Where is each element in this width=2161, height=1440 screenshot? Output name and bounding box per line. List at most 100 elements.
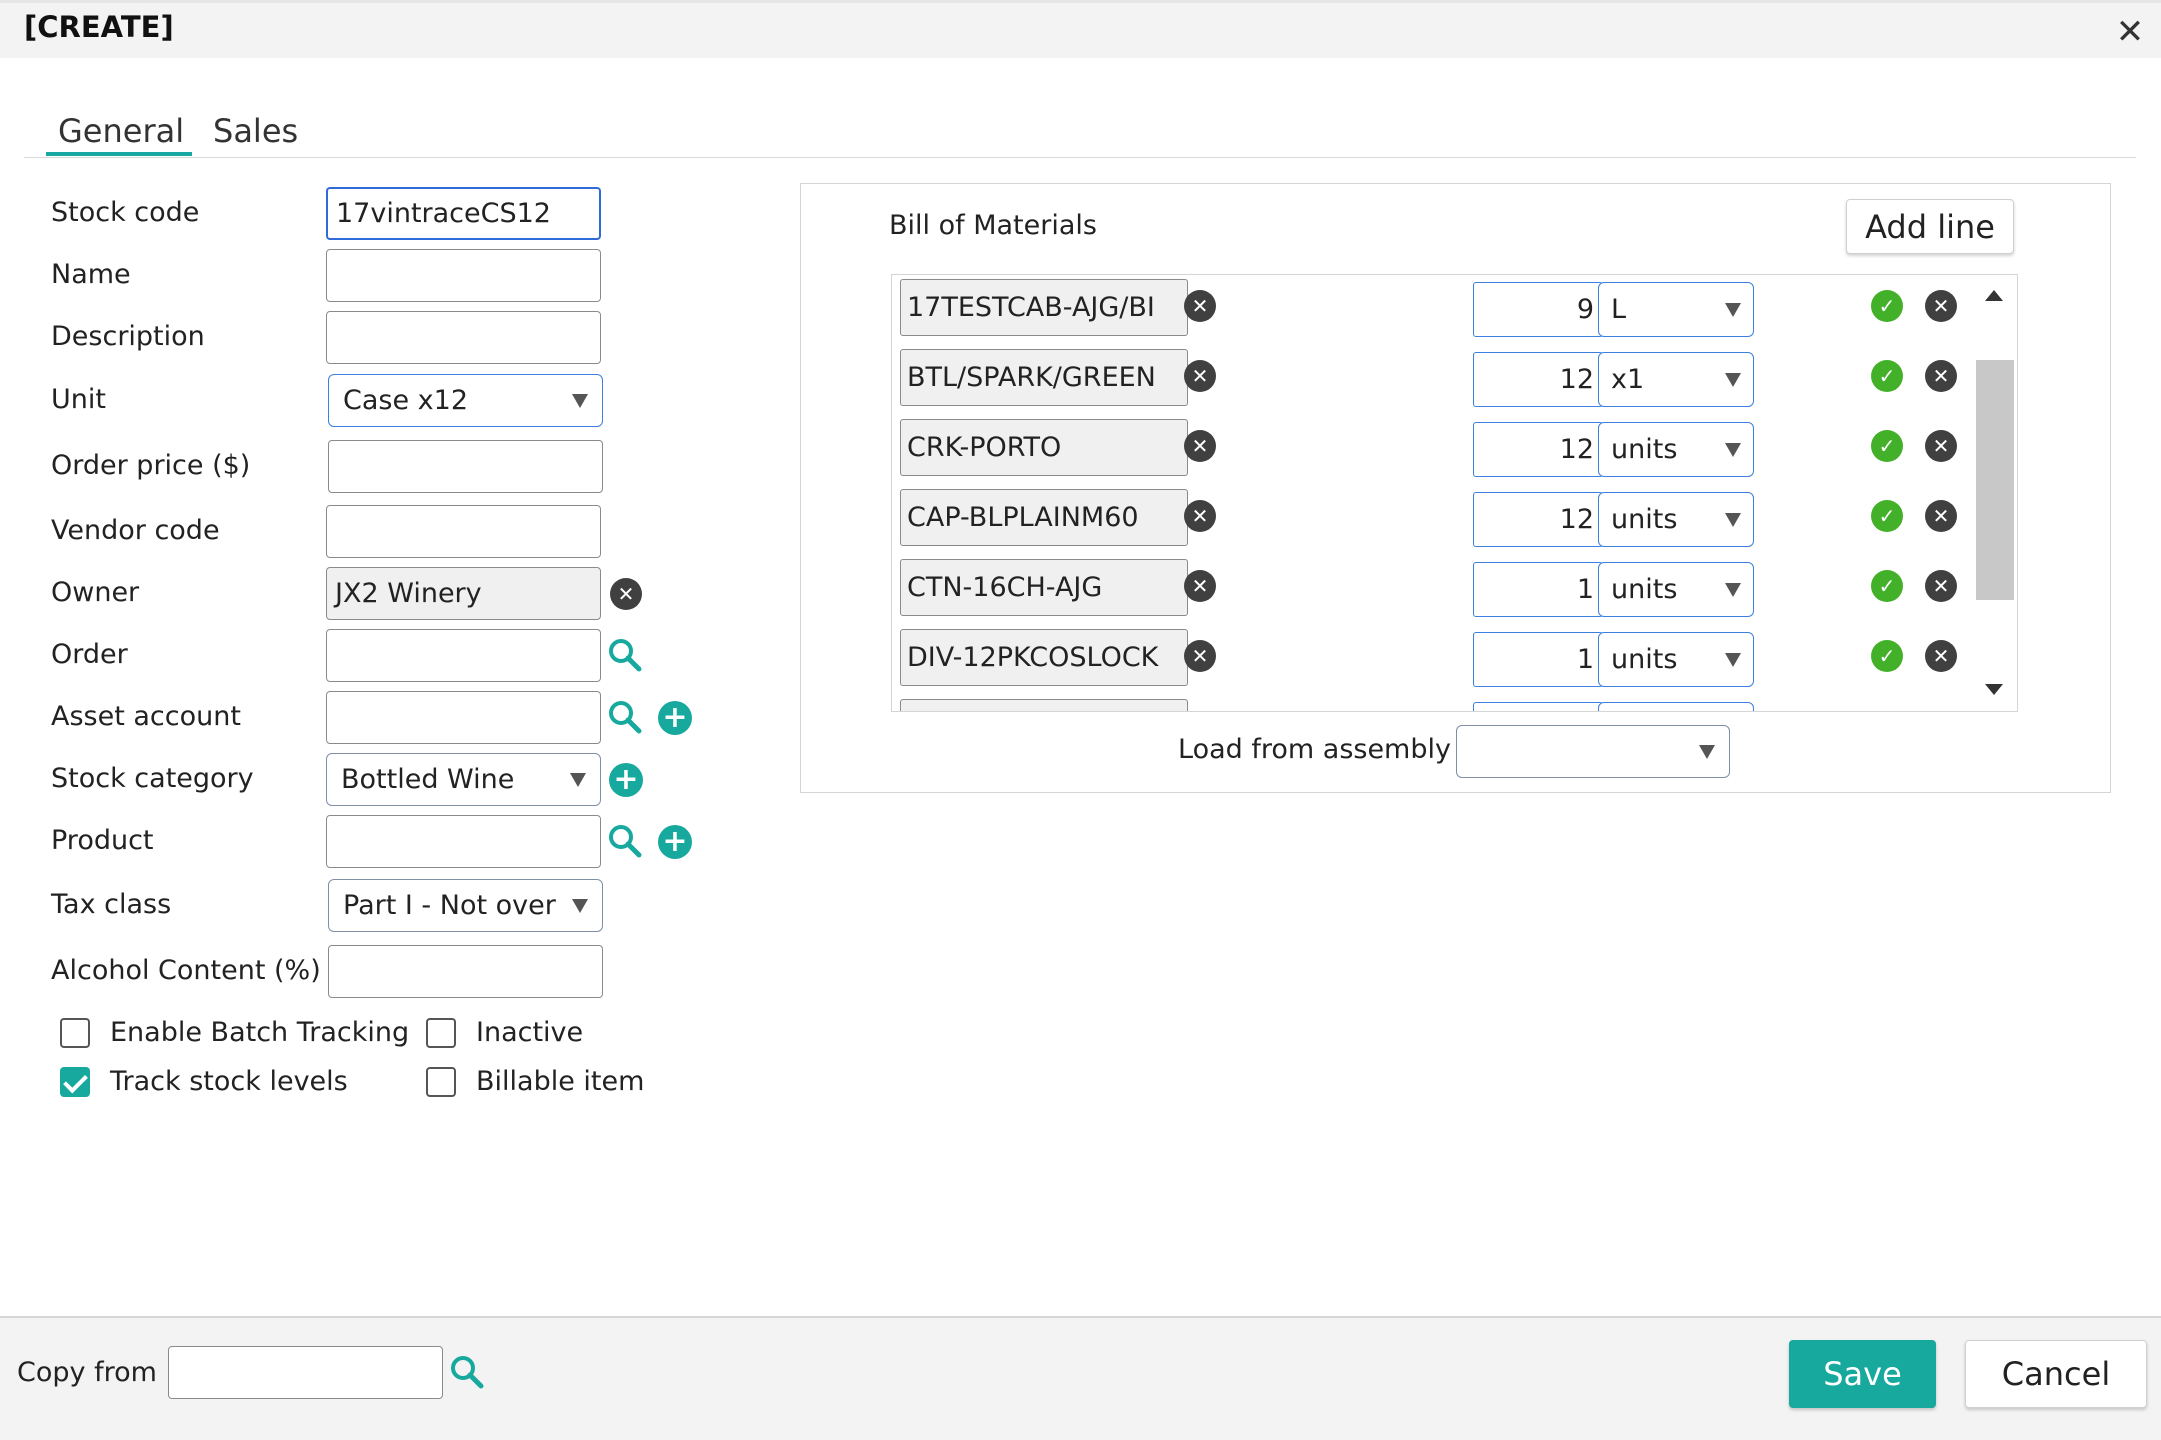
bom-unit-select[interactable]: units [1598,632,1754,687]
remove-line-icon[interactable]: ✕ [1925,360,1957,392]
bom-unit-select[interactable]: L [1598,282,1754,337]
bom-row-partial [892,695,1977,711]
tab-sales[interactable]: Sales [213,112,298,150]
scroll-down-icon[interactable] [1985,684,2003,695]
bom-lines-list[interactable]: 17TESTCAB-AJG/BI ✕ 9 L ✓ ✕ BTL/SPARK/GRE… [891,274,2018,712]
scroll-up-icon[interactable] [1985,290,2003,301]
name-label: Name [51,259,131,290]
remove-line-icon[interactable]: ✕ [1925,640,1957,672]
bom-stock-code-input[interactable]: BTL/SPARK/GREEN [900,349,1188,406]
bom-unit-select[interactable]: x1 [1598,352,1754,407]
bom-stock-code-input[interactable]: CRK-PORTO [900,419,1188,476]
remove-line-icon[interactable]: ✕ [1925,500,1957,532]
vendor-code-label: Vendor code [51,515,220,546]
bom-quantity-input[interactable]: 1 [1473,632,1603,687]
add-product-icon[interactable]: + [658,825,692,859]
search-asset-account-icon[interactable] [607,699,643,735]
tax-class-select[interactable]: Part I - Not over [328,879,603,932]
bom-unit-value: units [1611,574,1678,605]
owner-input[interactable]: JX2 Winery [326,567,601,620]
clear-stock-code-icon[interactable]: ✕ [1184,360,1216,392]
confirm-line-icon[interactable]: ✓ [1871,500,1903,532]
chevron-down-icon [1725,512,1741,527]
add-line-button[interactable]: Add line [1846,199,2014,254]
bom-quantity-input[interactable]: 1 [1473,562,1603,617]
bom-quantity-input[interactable] [1473,702,1603,711]
bom-quantity-input[interactable]: 12 [1473,352,1603,407]
bom-stock-code-input[interactable]: CTN-16CH-AJG [900,559,1188,616]
chevron-down-icon [1725,302,1741,317]
copy-from-label: Copy from [17,1357,157,1388]
tab-general[interactable]: General [58,112,184,150]
clear-stock-code-icon[interactable]: ✕ [1184,500,1216,532]
bom-quantity-input[interactable]: 12 [1473,492,1603,547]
bom-quantity-input[interactable]: 12 [1473,422,1603,477]
bom-row: CRK-PORTO ✕ 12 units ✓ ✕ [892,415,1977,485]
chevron-down-icon [1725,582,1741,597]
asset-account-input[interactable] [326,691,601,744]
save-button[interactable]: Save [1789,1340,1936,1408]
confirm-line-icon[interactable]: ✓ [1871,570,1903,602]
enable-batch-tracking-checkbox[interactable] [60,1018,90,1048]
clear-stock-code-icon[interactable]: ✕ [1184,430,1216,462]
search-copy-from-icon[interactable] [449,1354,485,1390]
stock-code-input[interactable]: 17vintraceCS12 [326,187,601,240]
bom-unit-select[interactable]: units [1598,492,1754,547]
load-from-assembly-label: Load from assembly [1178,734,1451,765]
vendor-code-input[interactable] [326,505,601,558]
bom-stock-code-input[interactable]: CAP-BLPLAINM60 [900,489,1188,546]
stock-category-select[interactable]: Bottled Wine [326,753,601,806]
enable-batch-tracking-label: Enable Batch Tracking [110,1017,410,1048]
billable-item-checkbox[interactable] [426,1067,456,1097]
unit-select[interactable]: Case x12 [328,374,603,427]
inactive-checkbox[interactable] [426,1018,456,1048]
tab-divider [24,157,2136,158]
clear-owner-icon[interactable]: ✕ [610,578,642,610]
bom-scrollbar-thumb[interactable] [1976,360,2014,600]
bom-row: CTN-16CH-AJG ✕ 1 units ✓ ✕ [892,555,1977,625]
confirm-line-icon[interactable]: ✓ [1871,360,1903,392]
bom-unit-select[interactable]: units [1598,422,1754,477]
confirm-line-icon[interactable]: ✓ [1871,430,1903,462]
track-stock-levels-checkbox[interactable] [60,1067,90,1097]
remove-line-icon[interactable]: ✕ [1925,430,1957,462]
order-price-input[interactable] [328,440,603,493]
load-from-assembly-select[interactable] [1456,725,1730,778]
confirm-line-icon[interactable]: ✓ [1871,640,1903,672]
alcohol-content-input[interactable] [328,945,603,998]
tax-class-select-value: Part I - Not over [343,890,556,921]
search-order-icon[interactable] [607,637,643,673]
clear-stock-code-icon[interactable]: ✕ [1184,640,1216,672]
chevron-down-icon [1725,442,1741,457]
order-input[interactable] [326,629,601,682]
remove-line-icon[interactable]: ✕ [1925,290,1957,322]
bom-unit-value: x1 [1611,364,1645,395]
chevron-down-icon [1725,652,1741,667]
chevron-down-icon [572,393,588,408]
bom-stock-code-input[interactable]: DIV-12PKCOSLOCK [900,629,1188,686]
copy-from-input[interactable] [168,1346,443,1399]
bom-unit-value: units [1611,504,1678,535]
remove-line-icon[interactable]: ✕ [1925,570,1957,602]
add-asset-account-icon[interactable]: + [658,701,692,735]
unit-select-value: Case x12 [343,385,468,416]
clear-stock-code-icon[interactable]: ✕ [1184,570,1216,602]
bom-unit-value: units [1611,434,1678,465]
cancel-button[interactable]: Cancel [1965,1340,2147,1408]
bom-quantity-input[interactable]: 9 [1473,282,1603,337]
bom-unit-select[interactable] [1598,702,1754,711]
bill-of-materials-title: Bill of Materials [889,210,1097,241]
bom-stock-code-input[interactable]: 17TESTCAB-AJG/BI [900,279,1188,336]
description-input[interactable] [326,311,601,364]
search-product-icon[interactable] [607,823,643,859]
owner-label: Owner [51,577,140,608]
add-stock-category-icon[interactable]: + [609,763,643,797]
product-input[interactable] [326,815,601,868]
close-icon[interactable]: ✕ [2110,12,2150,52]
bom-stock-code-input[interactable] [900,699,1188,711]
clear-stock-code-icon[interactable]: ✕ [1184,290,1216,322]
name-input[interactable] [326,249,601,302]
stock-category-label: Stock category [51,763,254,794]
confirm-line-icon[interactable]: ✓ [1871,290,1903,322]
bom-unit-select[interactable]: units [1598,562,1754,617]
